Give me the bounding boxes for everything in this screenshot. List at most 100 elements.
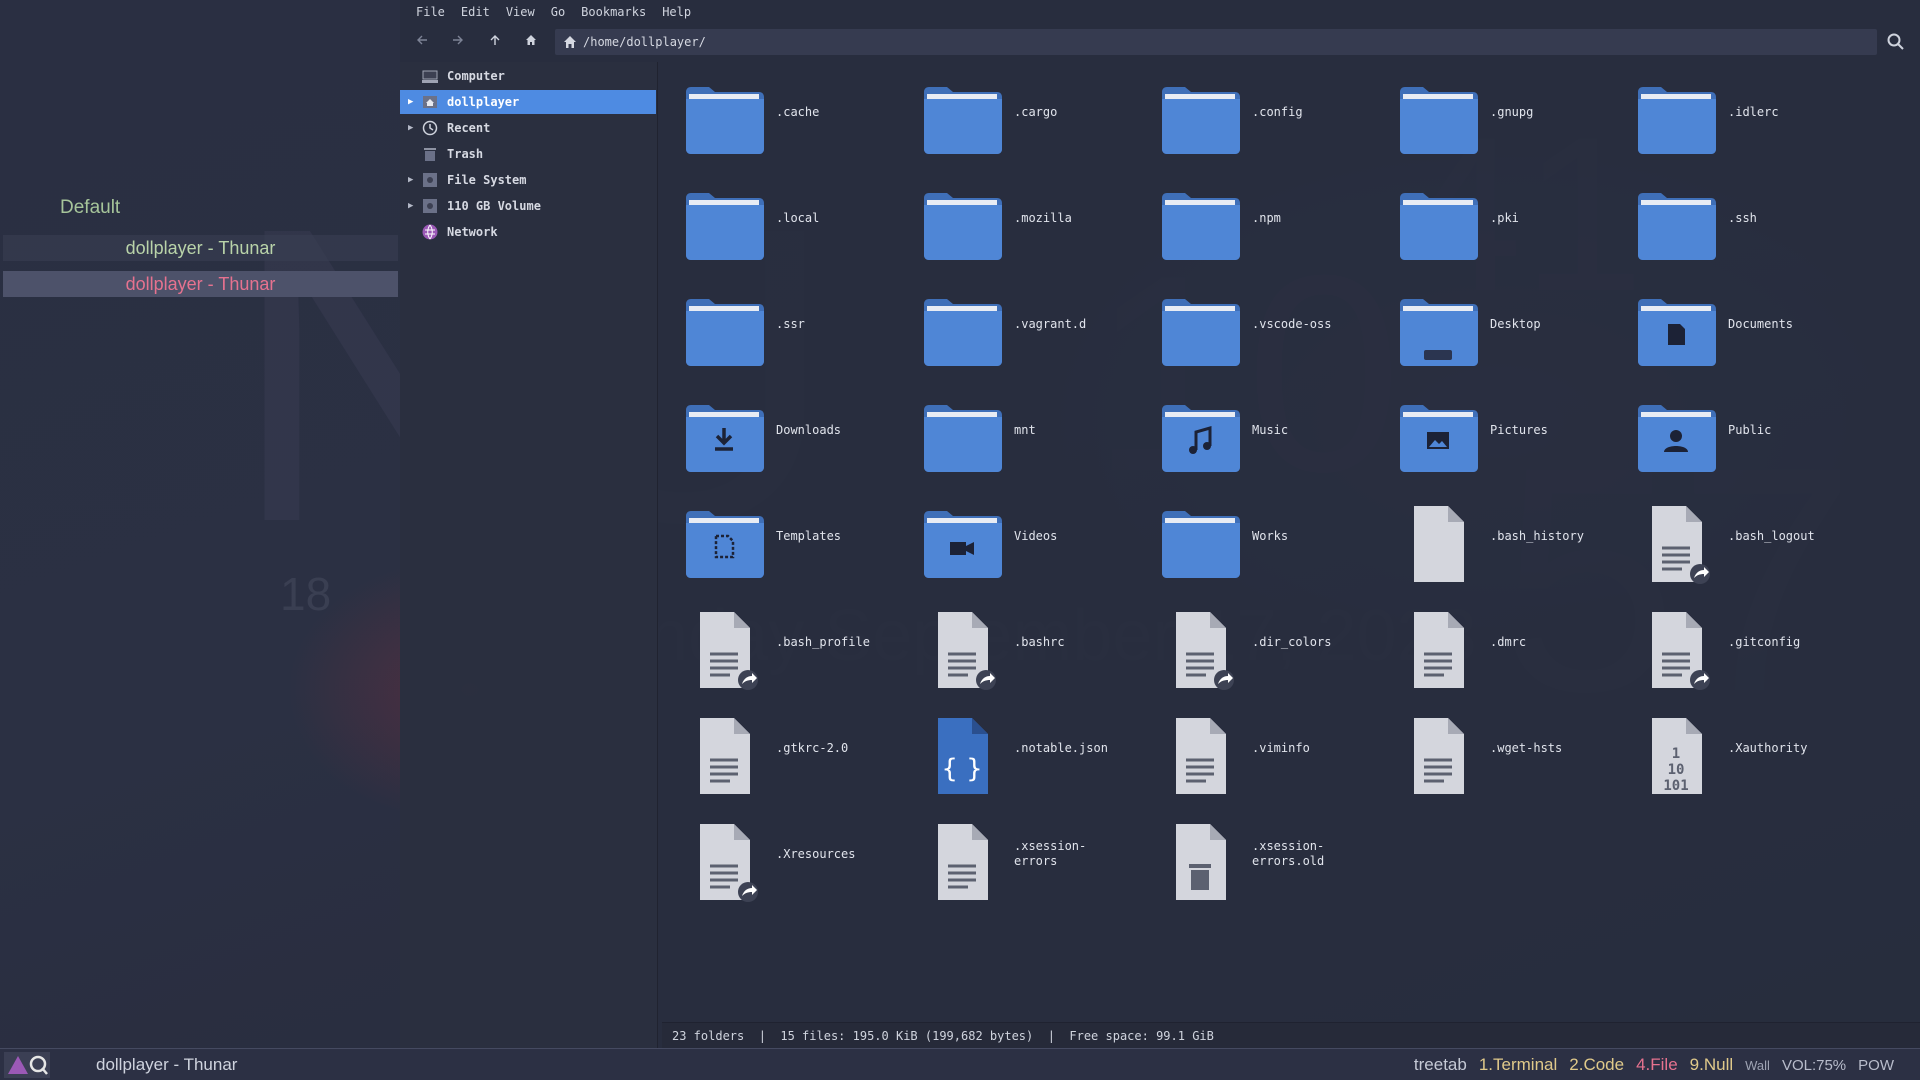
folder-item[interactable]: .pki [1386, 168, 1606, 268]
json-file-icon: { } [920, 714, 1004, 798]
folder-icon [1634, 184, 1718, 268]
file-item[interactable]: .bashrc [910, 592, 1130, 692]
file-icon [920, 820, 1004, 904]
sidebar-item-recent[interactable]: ▶ Recent [400, 116, 656, 140]
taskbar: dollplayer - Thunar treetab 1.Terminal 2… [0, 1048, 1920, 1080]
volume-widget[interactable]: VOL:75% [1776, 1057, 1852, 1074]
taskbar-left [4, 1052, 50, 1078]
folder-item[interactable]: Pictures [1386, 380, 1606, 480]
menu-file[interactable]: File [408, 3, 453, 21]
folder-item[interactable]: .vagrant.d [910, 274, 1130, 374]
folder-item[interactable]: .cache [672, 62, 892, 162]
folder-item[interactable]: mnt [910, 380, 1130, 480]
folder-icon [920, 396, 1004, 480]
expand-arrow-icon[interactable]: ▶ [408, 90, 413, 114]
folder-item[interactable]: Works [1148, 486, 1368, 586]
file-grid: .cache .cargo .config .gnupg .idlerc .lo [662, 62, 1920, 1022]
up-button[interactable] [486, 34, 504, 52]
folder-item[interactable]: Documents [1624, 274, 1844, 374]
folder-item[interactable]: .gnupg [1386, 62, 1606, 162]
trash-file-icon [1158, 820, 1242, 904]
folder-item[interactable]: .ssh [1624, 168, 1844, 268]
window-entry[interactable]: dollplayer - Thunar [3, 235, 398, 261]
file-item[interactable]: .Xresources [672, 804, 892, 904]
folder-icon [1158, 396, 1242, 480]
wallpaper-widget[interactable]: Wall [1739, 1058, 1776, 1073]
file-item[interactable]: .dir_colors [1148, 592, 1368, 692]
menu-edit[interactable]: Edit [453, 3, 498, 21]
file-item[interactable]: .xsession-errors [910, 804, 1130, 904]
file-item[interactable]: .bash_logout [1624, 486, 1844, 586]
file-item[interactable]: .wget-hsts [1386, 698, 1606, 798]
folder-item[interactable]: Templates [672, 486, 892, 586]
workspace-null[interactable]: 9.Null [1684, 1055, 1739, 1075]
expand-arrow-icon[interactable]: ▶ [408, 116, 413, 140]
back-button[interactable] [413, 34, 431, 52]
folder-item[interactable]: Public [1624, 380, 1844, 480]
file-item[interactable]: .gitconfig [1624, 592, 1844, 692]
expand-arrow-icon[interactable]: ▶ [408, 168, 413, 192]
file-name: .xsession-errors [1014, 839, 1087, 868]
power-widget[interactable]: POW [1852, 1057, 1900, 1074]
file-name: .gnupg [1490, 104, 1534, 119]
arrow-right-icon [453, 35, 463, 45]
search-icon[interactable] [1886, 32, 1906, 52]
workspace-terminal[interactable]: 1.Terminal [1473, 1055, 1563, 1075]
menu-view[interactable]: View [498, 3, 543, 21]
folder-item[interactable]: .cargo [910, 62, 1130, 162]
file-name: .local [776, 210, 820, 225]
file-item[interactable]: .viminfo [1148, 698, 1368, 798]
file-name: .dir_colors [1252, 634, 1332, 649]
folder-item[interactable]: Videos [910, 486, 1130, 586]
file-item[interactable]: { } .notable.json [910, 698, 1130, 798]
sidebar-item-dollplayer[interactable]: ▶ dollplayer [400, 90, 656, 114]
sidebar-item-network[interactable]: Network [400, 220, 656, 244]
folder-icon [682, 290, 766, 374]
file-item[interactable]: .bash_profile [672, 592, 892, 692]
forward-button[interactable] [449, 34, 467, 52]
menu-help[interactable]: Help [654, 3, 699, 21]
location-bar[interactable]: /home/dollplayer/ [555, 29, 1877, 55]
window-entry-active[interactable]: dollplayer - Thunar [3, 271, 398, 297]
folder-item[interactable]: Downloads [672, 380, 892, 480]
sidebar-item-label: Computer [447, 69, 505, 83]
trash-icon [424, 148, 436, 161]
folder-item[interactable]: .vscode-oss [1148, 274, 1368, 374]
workspace-file[interactable]: 4.File [1630, 1055, 1684, 1075]
workspace-code[interactable]: 2.Code [1563, 1055, 1630, 1075]
folder-item[interactable]: .config [1148, 62, 1368, 162]
sidebar-item-label: dollplayer [447, 95, 520, 109]
folder-item[interactable]: Desktop [1386, 274, 1606, 374]
file-name: .bashrc [1014, 634, 1065, 649]
menu-go[interactable]: Go [543, 3, 573, 21]
active-window-title: dollplayer - Thunar [96, 1055, 238, 1074]
folder-item[interactable]: Music [1148, 380, 1368, 480]
layout-icon[interactable] [4, 1052, 50, 1078]
folder-item[interactable]: .npm [1148, 168, 1368, 268]
file-item[interactable]: .bash_history [1386, 486, 1606, 586]
sidebar-item-volume[interactable]: ▶ 110 GB Volume [400, 194, 656, 218]
folder-item[interactable]: .idlerc [1624, 62, 1844, 162]
sidebar-item-trash[interactable]: Trash [400, 142, 656, 166]
sidebar-item-file-system[interactable]: ▶ File System [400, 168, 656, 192]
home-button[interactable] [522, 34, 540, 52]
file-name: .gitconfig [1728, 634, 1801, 649]
folder-item[interactable]: .ssr [672, 274, 892, 374]
file-item[interactable]: .dmrc [1386, 592, 1606, 692]
menu-bookmarks[interactable]: Bookmarks [573, 3, 654, 21]
file-item[interactable]: .xsession-errors.old [1148, 804, 1368, 904]
file-name: Desktop [1490, 316, 1541, 331]
folder-item[interactable]: .local [672, 168, 892, 268]
file-name: mnt [1014, 422, 1036, 437]
layout-name: treetab [1413, 1055, 1467, 1074]
sidebar-item-computer[interactable]: Computer [400, 64, 656, 88]
menu-bar: File Edit View Go Bookmarks Help [408, 3, 699, 21]
file-item[interactable]: .gtkrc-2.0 [672, 698, 892, 798]
file-name: .vagrant.d [1014, 316, 1087, 331]
file-icon [1396, 714, 1480, 798]
file-name: Templates [776, 528, 842, 543]
file-item[interactable]: 1 10 101 .Xauthority [1624, 698, 1844, 798]
expand-arrow-icon[interactable]: ▶ [408, 194, 413, 218]
status-folders: 23 folders [672, 1029, 745, 1043]
folder-item[interactable]: .mozilla [910, 168, 1130, 268]
